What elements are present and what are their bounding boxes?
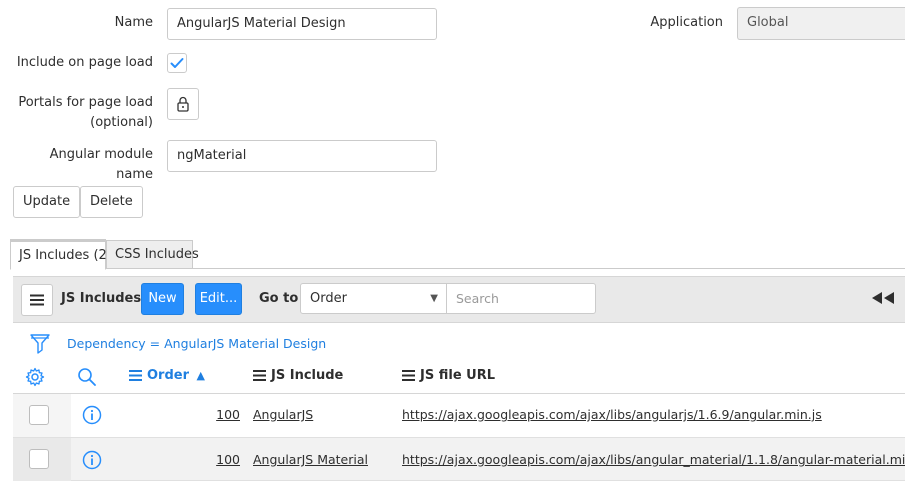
row-order-value[interactable]: 100 [205, 405, 240, 425]
checkmark-icon [170, 58, 184, 68]
module-name-label: Angular module name [49, 147, 153, 182]
name-input[interactable]: AngularJS Material Design [167, 8, 437, 40]
column-header-order[interactable]: Order ▲ [129, 366, 205, 386]
row-js-file-url-link[interactable]: https://ajax.googleapis.com/ajax/libs/an… [402, 405, 822, 425]
delete-button[interactable]: Delete [80, 186, 143, 218]
edit-button[interactable]: Edit... [195, 283, 242, 315]
info-icon[interactable] [82, 450, 102, 474]
row-checkbox[interactable] [29, 449, 49, 469]
list-title: JS Includes [61, 291, 142, 306]
search-icon[interactable] [77, 367, 97, 391]
column-header-js-include-label: JS Include [271, 368, 344, 383]
new-button[interactable]: New [141, 283, 184, 315]
tab-css-includes[interactable]: CSS Includes [106, 240, 199, 269]
include-on-page-load-label: Include on page load [16, 55, 153, 70]
filter-icon[interactable] [30, 333, 50, 359]
goto-label: Go to [259, 291, 299, 306]
lock-icon [177, 96, 189, 112]
row-checkbox[interactable] [29, 405, 49, 425]
personalize-gear-icon[interactable] [25, 367, 45, 391]
filter-breadcrumb[interactable]: Dependency = AngularJS Material Design [67, 334, 326, 354]
application-field: Global [737, 7, 905, 40]
portals-label: Portals for page load (optional) [10, 93, 153, 133]
row-js-file-url-link[interactable]: https://ajax.googleapis.com/ajax/libs/an… [402, 450, 905, 470]
row-js-include-link[interactable]: AngularJS [253, 405, 313, 425]
info-icon[interactable] [82, 405, 102, 429]
column-menu-icon [129, 370, 142, 381]
name-label: Name [114, 15, 153, 30]
list-context-menu-button[interactable] [21, 284, 53, 316]
portals-label-line1: Portals for page load [18, 95, 153, 110]
column-header-js-file-url[interactable]: JS file URL [402, 366, 495, 386]
sort-ascending-icon: ▲ [196, 369, 205, 382]
row-order-value[interactable]: 100 [205, 450, 240, 470]
update-button[interactable]: Update [13, 186, 81, 218]
portals-label-line2: (optional) [90, 115, 153, 130]
hamburger-icon [30, 294, 44, 306]
goto-field-select-value: Order [310, 291, 347, 306]
column-header-js-include[interactable]: JS Include [253, 366, 343, 386]
chevron-down-icon: ▼ [430, 293, 438, 304]
column-menu-icon [402, 370, 415, 381]
portals-lock-button[interactable] [167, 88, 199, 120]
column-header-js-file-url-label: JS file URL [420, 368, 496, 383]
search-input[interactable]: Search [446, 283, 596, 314]
row-js-include-link[interactable]: AngularJS Material [253, 450, 368, 470]
column-menu-icon [253, 370, 266, 381]
tab-js-includes[interactable]: JS Includes (2) [10, 239, 112, 270]
column-header-order-label: Order [147, 368, 189, 383]
first-page-icon[interactable] [871, 291, 895, 309]
goto-field-select[interactable]: Order ▼ [300, 283, 447, 314]
module-name-input[interactable]: ngMaterial [167, 140, 437, 172]
include-on-page-load-checkbox[interactable] [167, 53, 187, 73]
application-label: Application [650, 15, 723, 30]
